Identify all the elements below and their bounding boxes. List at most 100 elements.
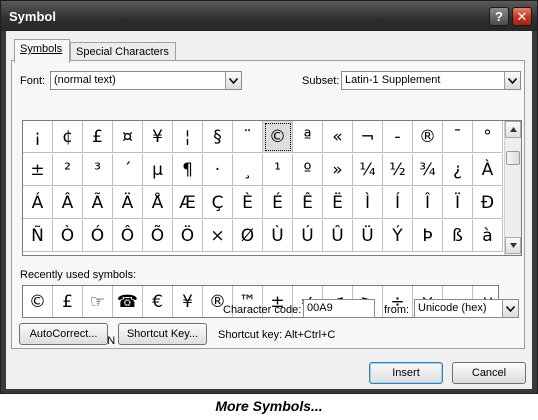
recent-symbol-cell[interactable]: ☞	[83, 286, 113, 317]
symbol-cell[interactable]: ·	[203, 154, 233, 186]
from-select[interactable]: Unicode (hex)	[414, 299, 519, 318]
recent-symbol-cell[interactable]: ☎	[113, 286, 143, 317]
symbol-cell[interactable]: Ü	[353, 220, 383, 252]
symbol-cell[interactable]: Õ	[143, 220, 173, 252]
symbol-cell[interactable]: ¼	[353, 154, 383, 186]
recent-symbol-cell[interactable]: €	[143, 286, 173, 317]
from-dropdown-button[interactable]	[502, 300, 518, 317]
symbol-cell[interactable]: «	[323, 121, 353, 153]
symbol-cell[interactable]: à	[473, 220, 503, 252]
tab-special-characters[interactable]: Special Characters	[70, 42, 176, 62]
symbol-cell[interactable]: Í	[383, 187, 413, 219]
recent-symbols-label: Recently used symbols:	[20, 269, 137, 281]
scroll-down-button[interactable]	[505, 237, 521, 254]
symbol-cell[interactable]: Þ	[413, 220, 443, 252]
symbol-cell[interactable]: Û	[323, 220, 353, 252]
symbol-dialog: Symbol ? ✕ Symbols Special Characters Fo…	[0, 0, 538, 394]
symbol-cell[interactable]: ¸	[233, 154, 263, 186]
symbol-cell[interactable]: ¤	[113, 121, 143, 153]
symbol-cell[interactable]: ¢	[53, 121, 83, 153]
recent-symbol-cell[interactable]: ©	[23, 286, 53, 317]
symbol-cell[interactable]: Ë	[323, 187, 353, 219]
subset-dropdown-button[interactable]	[504, 72, 520, 89]
symbol-cell[interactable]: ¾	[413, 154, 443, 186]
symbol-cell[interactable]: ®	[413, 121, 443, 153]
symbol-cell[interactable]: Ä	[113, 187, 143, 219]
symbol-cell[interactable]: Ý	[383, 220, 413, 252]
symbol-cell[interactable]: Ï	[443, 187, 473, 219]
symbol-cell[interactable]: È	[233, 187, 263, 219]
symbol-cell[interactable]: ½	[383, 154, 413, 186]
character-code-label: Character code:	[223, 304, 302, 316]
symbol-cell[interactable]: ¬	[353, 121, 383, 153]
symbol-cell[interactable]: É	[263, 187, 293, 219]
symbol-cell[interactable]: Ç	[203, 187, 233, 219]
symbol-grid: ¡ ¢ £ ¤ ¥ ¦ § ¨ © ª «¬ - ® ¯ ° ± ² ³ ´ µ ¶ · ¸ ¹ º» ¼ ½ ¾ ¿ À Á Â Ã Ä Å Æ Ç È…	[22, 120, 522, 256]
character-code-input[interactable]: 00A9	[303, 299, 375, 318]
symbol-grid-scrollbar[interactable]	[504, 121, 521, 255]
symbol-cell[interactable]: Ð	[473, 187, 503, 219]
symbol-cell[interactable]: £	[83, 121, 113, 153]
font-select[interactable]: (normal text)	[50, 71, 242, 90]
symbol-cell[interactable]: Æ	[173, 187, 203, 219]
close-button[interactable]: ✕	[512, 7, 532, 26]
symbol-cell[interactable]: Ô	[113, 220, 143, 252]
symbol-cell[interactable]: »	[323, 154, 353, 186]
symbol-cell[interactable]: ¹	[263, 154, 293, 186]
symbol-cell[interactable]: ²	[53, 154, 83, 186]
symbol-cell[interactable]: µ	[143, 154, 173, 186]
symbol-cell[interactable]: §	[203, 121, 233, 153]
symbol-cell[interactable]: À	[473, 154, 503, 186]
image-caption: More Symbols...	[215, 398, 323, 414]
symbol-cell[interactable]: ¦	[173, 121, 203, 153]
symbol-cell[interactable]: º	[293, 154, 323, 186]
symbol-cell[interactable]: ³	[83, 154, 113, 186]
symbol-cell[interactable]: Ã	[83, 187, 113, 219]
symbol-cell[interactable]: ¿	[443, 154, 473, 186]
symbol-cell[interactable]: ß	[443, 220, 473, 252]
recent-symbol-cell[interactable]: £	[53, 286, 83, 317]
symbol-cell[interactable]: ©	[263, 121, 293, 153]
help-button[interactable]: ?	[489, 7, 509, 26]
symbol-cell[interactable]: Î	[413, 187, 443, 219]
symbol-cell[interactable]: Ó	[83, 220, 113, 252]
symbol-cell[interactable]: -	[383, 121, 413, 153]
symbol-cell[interactable]: ¶	[173, 154, 203, 186]
subset-value: Latin-1 Supplement	[345, 74, 441, 86]
shortcut-key-text: Shortcut key: Alt+Ctrl+C	[218, 329, 336, 341]
symbol-cell[interactable]: Ñ	[23, 220, 53, 252]
symbol-cell[interactable]: Å	[143, 187, 173, 219]
cancel-button[interactable]: Cancel	[452, 362, 526, 384]
symbol-cell[interactable]: Á	[23, 187, 53, 219]
symbol-cell[interactable]: °	[473, 121, 503, 153]
symbol-cell[interactable]: ¥	[143, 121, 173, 153]
symbol-cell[interactable]: ±	[23, 154, 53, 186]
tab-symbols[interactable]: Symbols	[14, 39, 70, 63]
insert-button[interactable]: Insert	[369, 362, 443, 384]
symbol-cell[interactable]: ´	[113, 154, 143, 186]
title-bar[interactable]: Symbol ? ✕	[1, 1, 537, 31]
symbol-cell[interactable]: Ù	[263, 220, 293, 252]
scroll-thumb[interactable]	[506, 151, 520, 165]
symbol-cell[interactable]: Â	[53, 187, 83, 219]
symbol-cell[interactable]: ¨	[233, 121, 263, 153]
symbol-cell[interactable]: Ò	[53, 220, 83, 252]
symbol-cell[interactable]: ¯	[443, 121, 473, 153]
symbol-cell[interactable]: ¡	[23, 121, 53, 153]
shortcut-key-button[interactable]: Shortcut Key...	[118, 323, 207, 345]
font-label: Font:	[20, 75, 46, 87]
scroll-up-button[interactable]	[505, 121, 521, 138]
symbol-cell[interactable]: ×	[203, 220, 233, 252]
autocorrect-button[interactable]: AutoCorrect...	[19, 323, 108, 345]
symbol-cell[interactable]: ª	[293, 121, 323, 153]
chevron-down-icon	[229, 77, 238, 84]
close-icon: ✕	[516, 8, 528, 24]
symbol-cell[interactable]: Ú	[293, 220, 323, 252]
subset-select[interactable]: Latin-1 Supplement	[341, 71, 521, 90]
symbol-cell[interactable]: Ø	[233, 220, 263, 252]
symbol-cell[interactable]: Ì	[353, 187, 383, 219]
font-dropdown-button[interactable]	[225, 72, 241, 89]
recent-symbol-cell[interactable]: ¥	[173, 286, 203, 317]
symbol-cell[interactable]: Ö	[173, 220, 203, 252]
symbol-cell[interactable]: Ê	[293, 187, 323, 219]
